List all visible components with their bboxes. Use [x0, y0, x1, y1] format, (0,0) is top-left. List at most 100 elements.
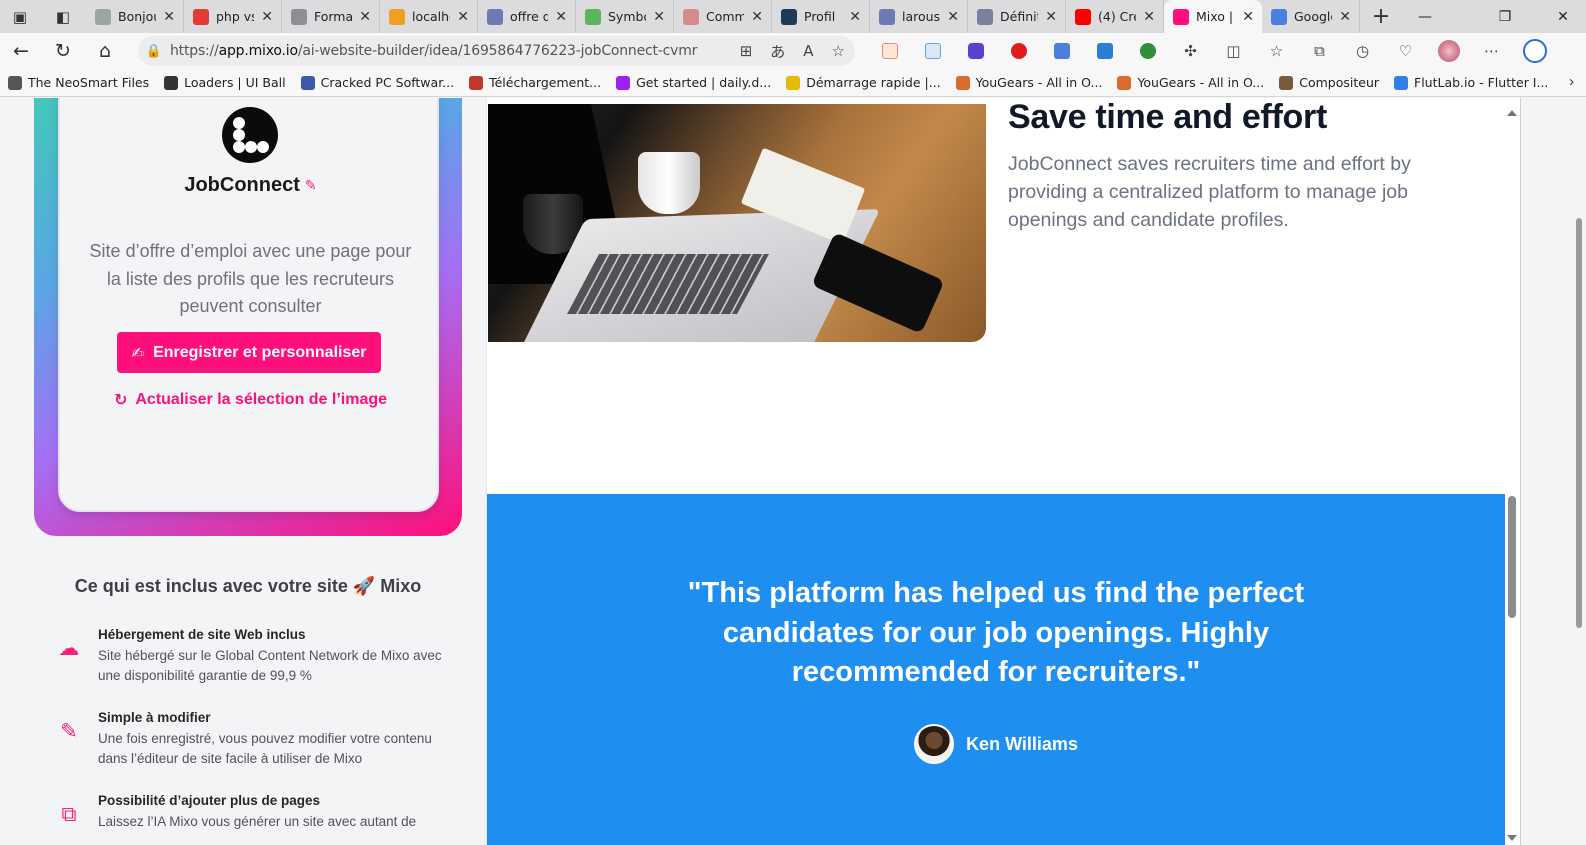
back-button[interactable]: ←: [0, 33, 42, 69]
bookmark-label: Compositeur: [1299, 75, 1380, 90]
minimize-button[interactable]: —: [1402, 0, 1448, 33]
tab-close-icon[interactable]: ✕: [1339, 9, 1351, 25]
restore-button[interactable]: ❐: [1482, 0, 1528, 33]
bookmark-item[interactable]: FlutLab.io - Flutter I...: [1394, 75, 1548, 90]
app-available-icon[interactable]: ⊞: [740, 42, 753, 60]
testimonial-section: "This platform has helped us find the pe…: [487, 494, 1505, 845]
browser-tab[interactable]: Définit ✕: [968, 0, 1066, 33]
page-scroll-thumb[interactable]: [1576, 218, 1582, 628]
browser-tab[interactable]: Comm ✕: [674, 0, 772, 33]
tab-favicon-icon: [389, 8, 405, 25]
bookmark-label: Démarrage rapide |...: [806, 75, 941, 90]
bookmark-favicon-icon: [300, 75, 315, 90]
browser-tab[interactable]: Bonjour ✕: [86, 0, 184, 33]
tab-close-icon[interactable]: ✕: [653, 9, 665, 25]
tab-close-icon[interactable]: ✕: [163, 9, 175, 25]
favorites-icon[interactable]: ☆: [1255, 33, 1298, 69]
tab-close-icon[interactable]: ✕: [1143, 9, 1155, 25]
bookmark-item[interactable]: YouGears - All in O...: [1117, 75, 1264, 90]
pages-icon: ⧉: [61, 802, 77, 826]
page-scrollbar[interactable]: [1572, 98, 1586, 845]
tab-close-icon[interactable]: ✕: [751, 9, 763, 25]
website-preview: Save time and effort JobConnect saves re…: [486, 98, 1521, 845]
tab-close-icon[interactable]: ✕: [261, 9, 273, 25]
extension-translate-icon[interactable]: [1040, 33, 1083, 69]
refresh-image-link[interactable]: ↻ Actualiser la sélection de l’image: [60, 390, 441, 409]
reload-button[interactable]: ↻: [42, 33, 84, 69]
bookmark-item[interactable]: Démarrage rapide |...: [786, 75, 941, 90]
tab-close-icon[interactable]: ✕: [1045, 9, 1057, 25]
browser-tab[interactable]: php vs ✕: [184, 0, 282, 33]
browser-tab[interactable]: Mixo | ✕: [1164, 0, 1262, 33]
bookmark-favicon-icon: [1279, 75, 1294, 90]
preview-scrollbar[interactable]: [1505, 98, 1519, 845]
extension-hexagon-icon[interactable]: [954, 33, 997, 69]
brand-name: JobConnect: [184, 174, 300, 196]
browser-tab[interactable]: Google ✕: [1262, 0, 1360, 33]
feature-title: Hébergement de site Web inclus: [98, 627, 306, 642]
tab-favicon-icon: [1075, 8, 1091, 25]
tab-close-icon[interactable]: ✕: [849, 9, 861, 25]
scroll-thumb[interactable]: [1508, 496, 1516, 618]
collections-icon[interactable]: ⧉: [1298, 33, 1341, 69]
more-menu-icon[interactable]: ⋯: [1470, 33, 1513, 69]
browser-tab[interactable]: (4) Cré ✕: [1066, 0, 1164, 33]
split-screen-icon[interactable]: ◫: [1212, 33, 1255, 69]
save-and-customize-button[interactable]: ✍ Enregistrer et personnaliser: [117, 332, 381, 373]
home-button[interactable]: ⌂: [84, 33, 126, 69]
extension-globe-icon[interactable]: [1126, 33, 1169, 69]
refresh-icon: ↻: [113, 390, 128, 409]
extension-tabs-icon[interactable]: [911, 33, 954, 69]
extension-css-icon[interactable]: [1083, 33, 1126, 69]
browser-tab[interactable]: localhost ✕: [380, 0, 478, 33]
feature-title: Simple à modifier: [98, 710, 211, 725]
bookmark-item[interactable]: YouGears - All in O...: [955, 75, 1103, 90]
site-summary-card: JobConnect ✎ Site d’offre d’emploi avec …: [58, 98, 439, 512]
performance-icon[interactable]: ♡: [1384, 33, 1427, 69]
scroll-up-arrow-icon[interactable]: [1507, 110, 1517, 116]
bookmark-favicon-icon: [469, 75, 484, 90]
tab-close-icon[interactable]: ✕: [359, 9, 371, 25]
tab-close-icon[interactable]: ✕: [1242, 9, 1254, 25]
browser-tab[interactable]: larousse ✕: [870, 0, 968, 33]
extensions-puzzle-icon[interactable]: ✣: [1169, 33, 1212, 69]
tab-title: Mixo |: [1196, 9, 1234, 24]
address-url: https://app.mixo.io/ai-website-builder/i…: [170, 43, 698, 59]
bookmark-label: Get started | daily.d...: [636, 75, 772, 90]
browser-tab[interactable]: Format ✕: [282, 0, 380, 33]
bookmark-item[interactable]: The NeoSmart Files: [8, 75, 149, 90]
extension-opera-icon[interactable]: [997, 33, 1040, 69]
history-icon[interactable]: ◷: [1341, 33, 1384, 69]
close-window-button[interactable]: ✕: [1540, 0, 1586, 33]
brand-logo: [222, 107, 278, 163]
browser-tab[interactable]: offre d ✕: [478, 0, 576, 33]
favorite-star-icon[interactable]: ☆: [832, 42, 845, 60]
browser-tab[interactable]: Symbols ✕: [576, 0, 674, 33]
workspaces-icon[interactable]: ▣: [0, 0, 40, 33]
translate-icon[interactable]: あ: [770, 41, 785, 62]
browser-window: ▣ ◧ Bonjour✕php vs✕Format✕localhost✕offr…: [0, 0, 1586, 845]
bookmark-item[interactable]: Cracked PC Softwar...: [300, 75, 454, 90]
bookmark-item[interactable]: Loaders | UI Ball: [164, 75, 286, 90]
copilot-icon[interactable]: [1513, 33, 1556, 69]
bookmark-item[interactable]: Téléchargement...: [469, 75, 601, 90]
bookmark-label: YouGears - All in O...: [975, 75, 1103, 90]
bookmark-item[interactable]: Compositeur: [1279, 75, 1379, 90]
tab-favicon-icon: [291, 8, 307, 25]
read-aloud-icon[interactable]: A: [803, 42, 813, 60]
edit-name-pencil-icon[interactable]: ✎: [305, 178, 317, 194]
feature-desc: Une fois enregistré, vous pouvez modifie…: [98, 731, 432, 766]
browser-tab[interactable]: Profil ✕: [772, 0, 870, 33]
new-tab-button[interactable]: +: [1360, 0, 1402, 33]
profile-avatar[interactable]: [1427, 33, 1470, 69]
tab-close-icon[interactable]: ✕: [947, 9, 959, 25]
refresh-link-label: Actualiser la sélection de l’image: [135, 390, 388, 408]
scroll-down-arrow-icon[interactable]: [1507, 835, 1517, 841]
tab-actions-icon[interactable]: ◧: [40, 0, 86, 33]
extension-calendar-icon[interactable]: [868, 33, 911, 69]
tab-close-icon[interactable]: ✕: [457, 9, 469, 25]
address-bar[interactable]: 🔒 https://app.mixo.io/ai-website-builder…: [138, 36, 855, 66]
tab-close-icon[interactable]: ✕: [555, 9, 567, 25]
bookmarks-overflow-chevron-icon[interactable]: ›: [1569, 73, 1574, 90]
bookmark-item[interactable]: Get started | daily.d...: [616, 75, 771, 90]
